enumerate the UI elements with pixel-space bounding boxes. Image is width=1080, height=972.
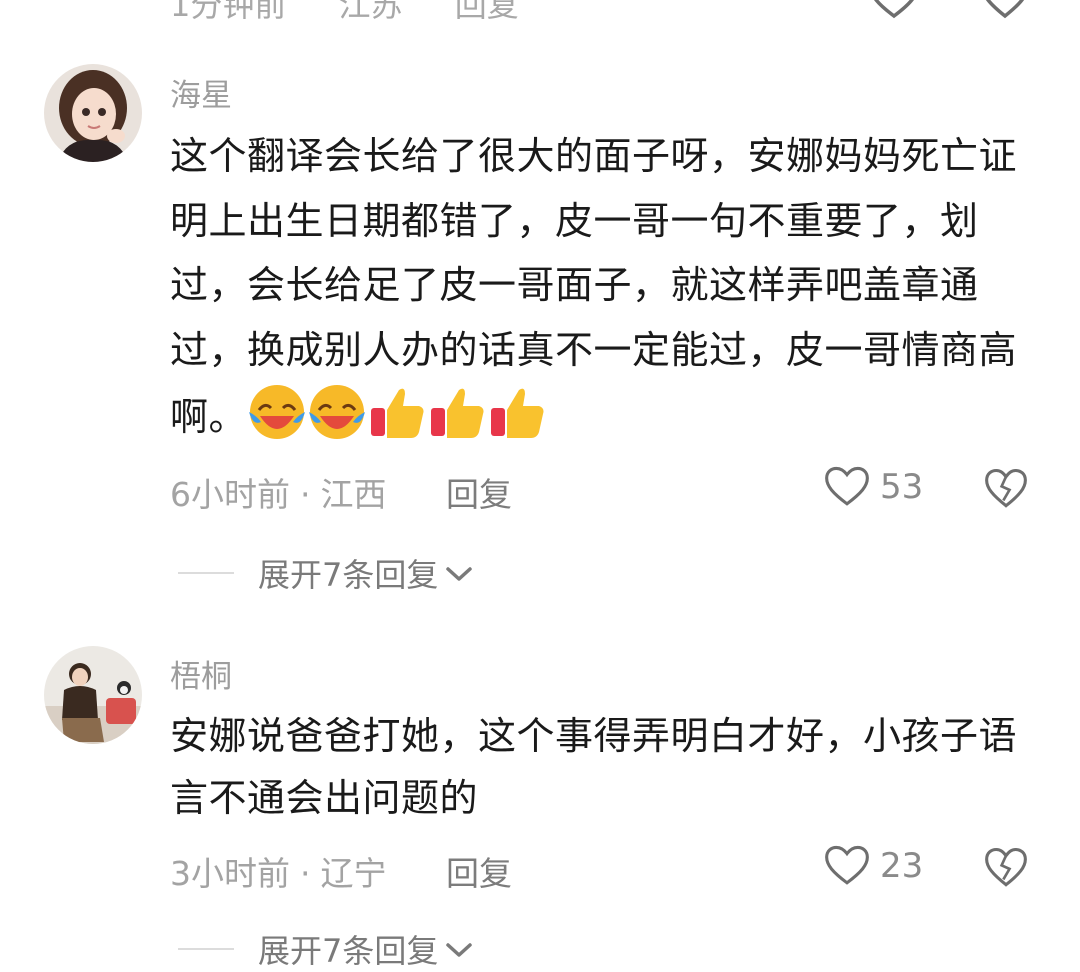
like-button[interactable]: 53	[824, 466, 923, 508]
like-button[interactable]: 23	[824, 845, 923, 887]
expand-replies[interactable]: 展开7条回复	[178, 550, 476, 596]
top-comment-meta: 1分钟前 江苏 回复	[170, 0, 561, 26]
username[interactable]: 海星	[170, 70, 232, 115]
comment-location: 江西	[320, 475, 387, 514]
thumbs-up-emoji	[491, 388, 544, 438]
comment-text: 安娜说爸爸打她，这个事得弄明白才好，小孩子语言不通会出问题的	[170, 705, 1040, 829]
comment-meta: 3小时前 · 辽宁	[170, 847, 387, 895]
comment-location: 辽宁	[320, 854, 387, 893]
broken-heart-icon[interactable]	[984, 468, 1028, 510]
avatar[interactable]	[44, 64, 142, 162]
laughing-crying-emoji	[309, 385, 366, 439]
divider	[178, 948, 234, 950]
comment-time: 3小时前	[170, 854, 290, 893]
comment-time: 1分钟前	[170, 0, 287, 24]
comment-time: 6小时前	[170, 475, 290, 514]
like-count: 23	[880, 846, 924, 886]
avatar-image	[44, 64, 142, 162]
expand-replies-label: 展开7条回复	[258, 932, 439, 970]
comment-emojis	[247, 385, 547, 439]
comment-body: 安娜说爸爸打她，这个事得弄明白才好，小孩子语言不通会出问题的	[170, 714, 1018, 820]
separator: ·	[300, 854, 311, 893]
thumbs-up-emoji	[371, 388, 424, 438]
comment-text: 这个翻译会长给了很大的面子呀，安娜妈妈死亡证明上出生日期都错了，皮一哥一句不重要…	[170, 124, 1040, 450]
thumbs-up-emoji	[431, 388, 484, 438]
laughing-crying-emoji	[249, 385, 306, 439]
heart-icon	[825, 466, 869, 506]
broken-heart-icon[interactable]	[984, 847, 1028, 889]
divider	[178, 572, 234, 574]
reply-button[interactable]: 回复	[446, 468, 512, 516]
like-count: 53	[880, 467, 924, 507]
avatar[interactable]	[44, 646, 142, 744]
avatar-image	[44, 646, 142, 744]
broken-heart-icon[interactable]	[980, 0, 1030, 20]
expand-replies-label: 展开7条回复	[258, 556, 439, 594]
comment-meta: 6小时前 · 江西	[170, 468, 387, 516]
expand-replies[interactable]: 展开7条回复	[178, 926, 476, 972]
separator: ·	[300, 475, 311, 514]
comment-location: 江苏	[338, 0, 403, 24]
reply-button[interactable]: 回复	[446, 847, 512, 895]
chevron-down-icon	[446, 567, 473, 581]
heart-icon	[825, 845, 869, 885]
heart-icon[interactable]	[868, 0, 920, 20]
reply-button[interactable]: 回复	[455, 0, 519, 24]
username[interactable]: 梧桐	[170, 651, 232, 696]
chevron-down-icon	[446, 943, 473, 957]
